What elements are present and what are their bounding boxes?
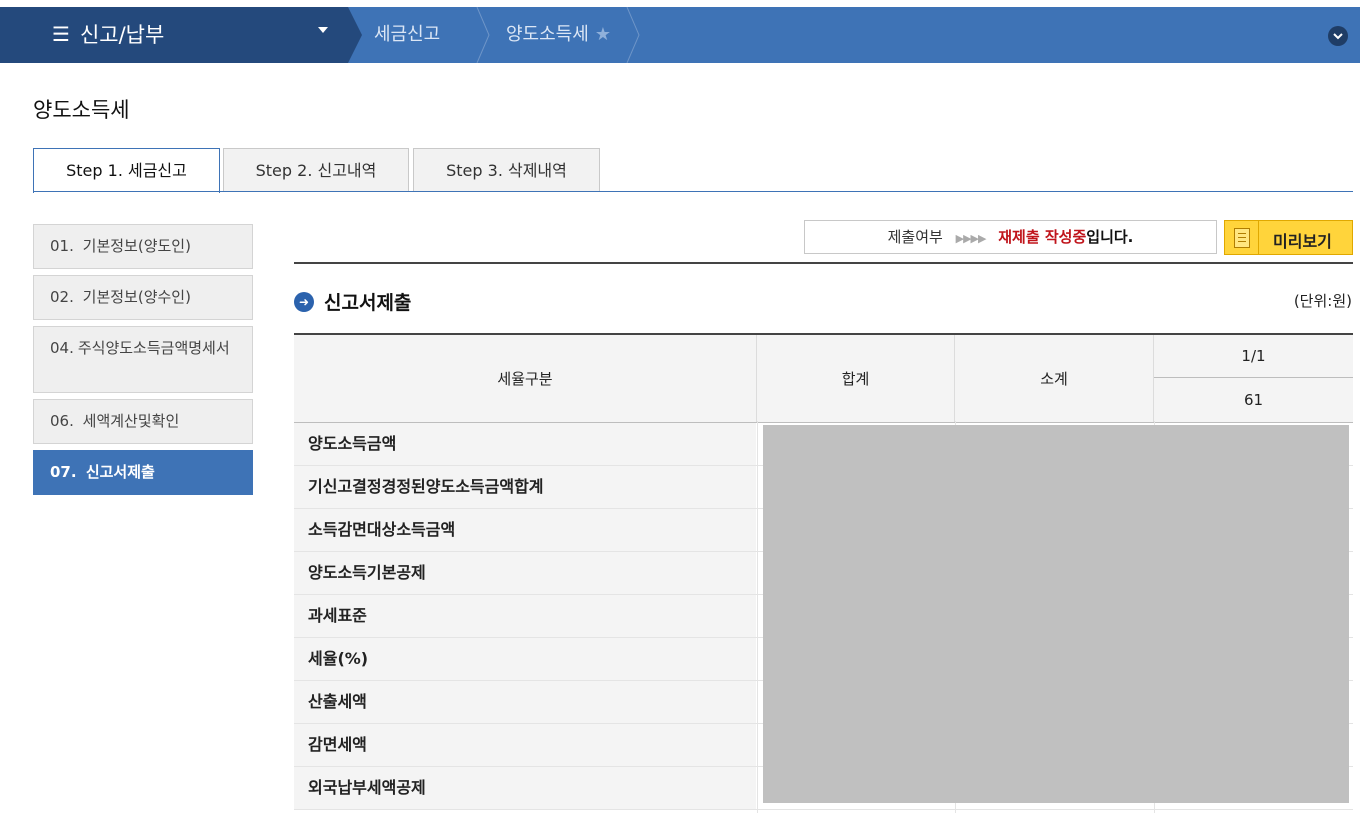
sidebar-item-tax-calculation[interactable]: 06. 세액계산및확인: [33, 399, 253, 444]
row-label: 과세표준: [294, 595, 756, 637]
sidebar-item-number: 02.: [50, 288, 74, 306]
row-label: 산출세액: [294, 681, 756, 723]
top-navigation-bar: ☰ 신고/납부 세금신고 양도소득세 ★: [0, 0, 1360, 63]
collapse-toggle-button[interactable]: [1328, 26, 1348, 46]
main-menu-button[interactable]: ☰ 신고/납부: [52, 19, 164, 49]
redacted-values-area: [763, 425, 1349, 803]
preview-button[interactable]: 미리보기: [1224, 220, 1353, 255]
status-label: 제출여부: [887, 228, 943, 246]
tabs-underline: [33, 191, 1353, 192]
sidebar-item-number: 04.: [50, 339, 74, 357]
row-label: 양도소득금액: [294, 423, 756, 465]
sidebar-item-number: 07.: [50, 463, 77, 481]
header-total: 합계: [757, 335, 955, 422]
breadcrumb-label: 양도소득세: [506, 24, 589, 45]
chevron-down-icon: [1333, 32, 1343, 39]
star-icon[interactable]: ★: [595, 24, 611, 45]
divider: [294, 262, 1353, 264]
header-page: 1/1: [1154, 335, 1353, 378]
breadcrumb-tax-report[interactable]: 세금신고: [374, 7, 440, 63]
section-heading: ➜ 신고서제출: [294, 288, 411, 315]
sidebar-item-label: 기본정보(양수인): [82, 288, 191, 306]
sidebar-item-label: 기본정보(양도인): [82, 237, 191, 255]
arrows-icon: ▶▶▶▶: [955, 232, 987, 245]
section-title: 신고서제출: [324, 292, 412, 314]
status-highlight: 재제출 작성중: [998, 228, 1087, 246]
row-label: 기신고결정경정된양도소득금액합계: [294, 466, 756, 508]
page-title: 양도소득세: [33, 98, 130, 122]
sidebar-item-stock-gains-statement[interactable]: 04. 주식양도소득금액명세서: [33, 326, 253, 393]
preview-button-label: 미리보기: [1273, 232, 1332, 251]
sidebar-item-label: 주식양도소득금액명세서: [77, 339, 230, 357]
row-label: 감면세액: [294, 724, 756, 766]
sidebar-item-basic-info-transferor[interactable]: 01. 기본정보(양도인): [33, 224, 253, 269]
circle-arrow-icon: ➜: [294, 291, 314, 312]
tab-step-2[interactable]: Step 2. 신고내역: [223, 148, 409, 192]
sidebar-item-basic-info-transferee[interactable]: 02. 기본정보(양수인): [33, 275, 253, 320]
sidebar-item-number: 01.: [50, 237, 74, 255]
chevron-down-icon[interactable]: [318, 27, 328, 33]
hamburger-icon: ☰: [52, 22, 70, 46]
tab-step-1[interactable]: Step 1. 세금신고: [33, 148, 220, 193]
sidebar-item-label: 신고서제출: [85, 463, 155, 481]
row-label: 세율(%): [294, 638, 756, 680]
sidebar-item-number: 06.: [50, 412, 74, 430]
header-category: 세율구분: [294, 335, 757, 422]
unit-label: (단위:원): [1293, 292, 1352, 310]
menu-label: 신고/납부: [79, 23, 165, 47]
sidebar-item-submit-return[interactable]: 07. 신고서제출: [33, 450, 253, 495]
tab-step-3[interactable]: Step 3. 삭제내역: [413, 148, 600, 192]
breadcrumb-separator-icon: [476, 7, 490, 63]
header-code: 61: [1243, 390, 1264, 409]
document-icon: [1234, 228, 1250, 248]
row-label: 외국납부세액공제: [294, 767, 756, 809]
header-page-column: 1/1 61: [1154, 335, 1353, 422]
status-tail: 입니다.: [1086, 228, 1134, 246]
row-label: 양도소득기본공제: [294, 552, 756, 594]
sidebar-item-label: 세액계산및확인: [82, 412, 180, 430]
breadcrumb-capital-gains-tax[interactable]: 양도소득세 ★: [506, 7, 611, 63]
header-subtotal: 소계: [955, 335, 1154, 422]
submission-status-box: 제출여부 ▶▶▶▶ 재제출 작성중입니다.: [804, 220, 1217, 254]
table-header: 세율구분 합계 소계 1/1 61: [294, 335, 1353, 423]
row-label: 소득감면대상소득금액: [294, 509, 756, 551]
breadcrumb-separator-icon: [626, 7, 640, 63]
